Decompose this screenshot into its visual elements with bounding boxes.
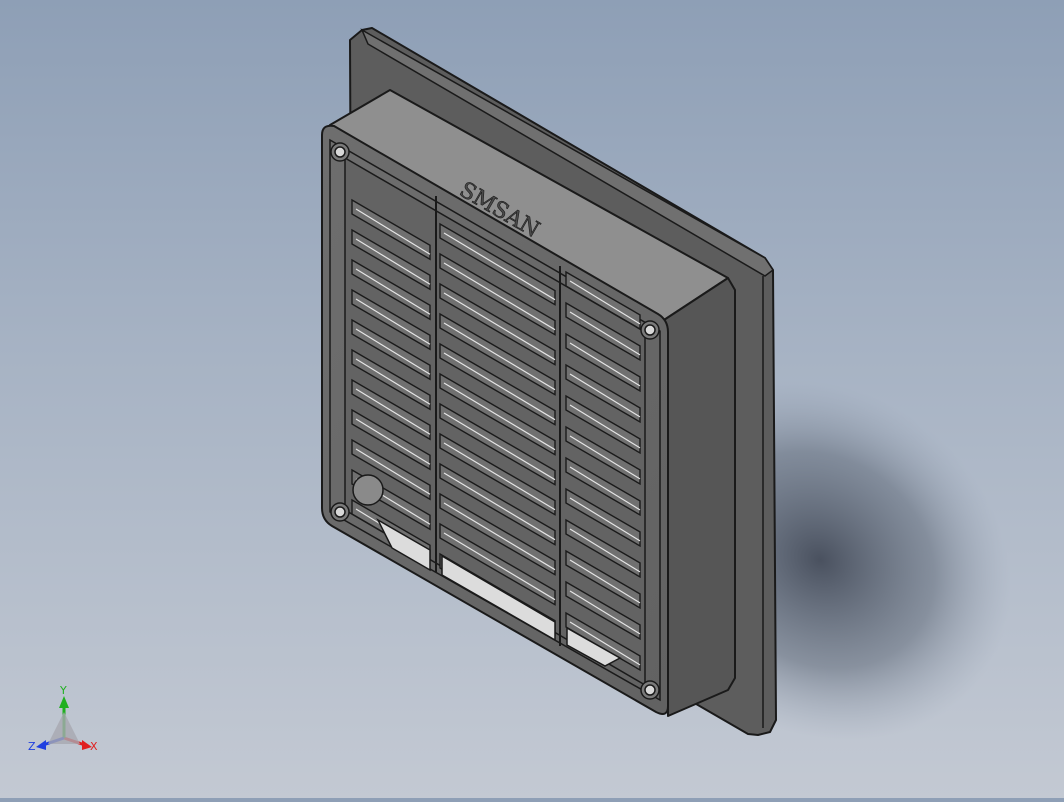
screw-hole-bottom-right [640,680,660,700]
screw-hole-top-left [330,142,350,162]
triad-z-cone [36,740,46,750]
grille-round-boss [352,474,384,506]
fan-grille-model[interactable]: SMSAN [0,0,1064,798]
triad-z-label: Z [28,740,36,753]
graphics-viewport[interactable]: SMSAN Y X Z [0,0,1064,798]
orientation-triad[interactable]: Y X Z [22,682,106,762]
triad-base [48,712,80,744]
triad-y-label: Y [59,684,67,697]
triad-x-label: X [90,740,98,753]
screw-hole-top-right [640,320,660,340]
screw-hole-bottom-left [330,502,350,522]
triad-y-cone [59,696,69,708]
housing-side-face [663,277,736,717]
